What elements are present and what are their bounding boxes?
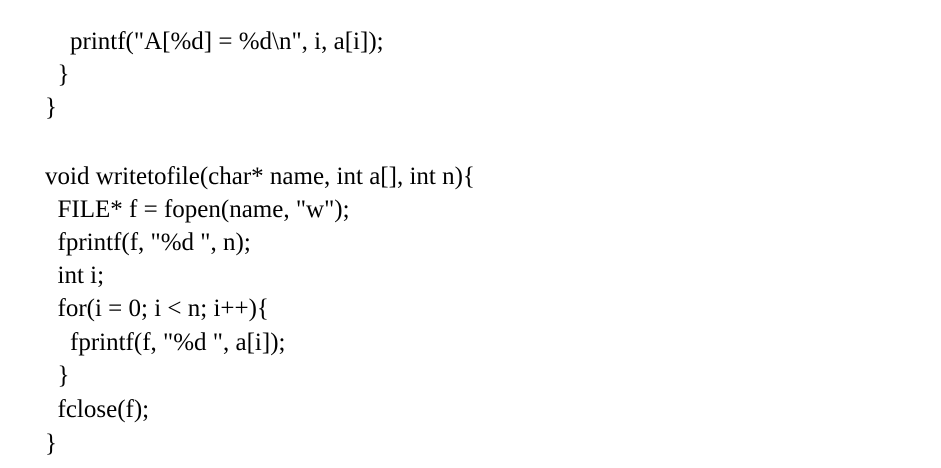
code-line: void writetofile(char* name, int a[], in… [45,163,475,190]
code-line: FILE* f = fopen(name, "w"); [45,196,350,223]
code-line: } [45,94,57,121]
code-line: fprintf(f, "%d ", a[i]); [45,329,286,356]
code-line: fclose(f); [45,396,150,423]
code-line: int i; [45,262,105,289]
code-line: fprintf(f, "%d ", n); [45,229,251,256]
code-line: printf("A[%d] = %d\n", i, a[i]); [45,28,384,55]
code-line: } [45,61,70,88]
code-document: printf("A[%d] = %d\n", i, a[i]); } } voi… [0,0,941,468]
code-line: } [45,430,57,457]
code-line: for(i = 0; i < n; i++){ [45,295,269,322]
code-line: } [45,362,70,389]
